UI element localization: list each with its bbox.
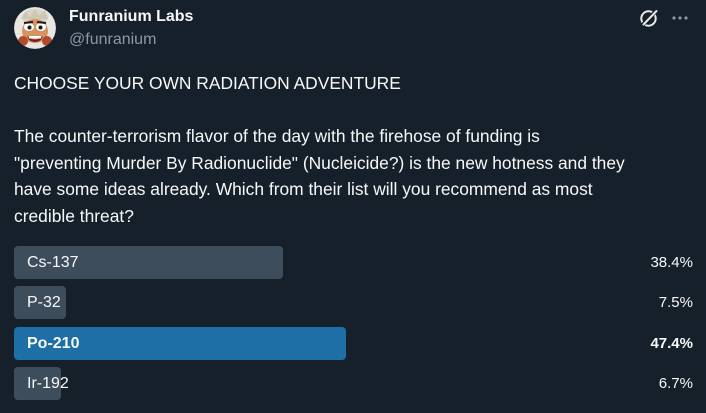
poll-option-cs-137: Cs-137 38.4% xyxy=(14,246,693,279)
cartoon-character-avatar-icon xyxy=(14,7,56,49)
tweet-title: CHOOSE YOUR OWN RADIATION ADVENTURE xyxy=(14,73,401,93)
author-handle[interactable]: @funranium xyxy=(69,31,156,49)
poll-option-p-32: P-32 7.5% xyxy=(14,286,693,320)
tweet-card: Funranium Labs @funranium CHOOSE YOUR OW… xyxy=(0,0,706,413)
poll-option-label: Ir-192 xyxy=(27,374,69,392)
poll-option-po-210: Po-210 47.4% xyxy=(14,326,693,360)
poll-option-label: Cs-137 xyxy=(27,254,79,271)
tweet-body-line: credible threat? xyxy=(14,205,134,226)
poll-option-percent: 47.4% xyxy=(650,334,693,352)
poll-option-ir-192: Ir-192 6.7% xyxy=(14,366,693,400)
poll-option-percent: 6.7% xyxy=(658,374,693,392)
author-display-name[interactable]: Funranium Labs xyxy=(69,8,193,26)
poll: Cs-137 38.4% P-32 7.5% Po-210 47.4% Ir-1… xyxy=(14,246,693,407)
tweet-body-line: The counter-terrorism flavor of the day … xyxy=(14,126,540,146)
avatar[interactable] xyxy=(14,7,56,49)
poll-option-percent: 38.4% xyxy=(650,254,693,271)
poll-option-label: P-32 xyxy=(27,294,61,312)
tweet-text: CHOOSE YOUR OWN RADIATION ADVENTURE The … xyxy=(14,70,694,229)
poll-option-label: Po-210 xyxy=(27,334,80,352)
tweet-body-line: have some ideas already. Which from thei… xyxy=(14,179,593,199)
grok-icon[interactable] xyxy=(638,7,660,29)
more-options-icon[interactable] xyxy=(670,8,690,28)
tweet-body-line: "preventing Murder By Radionuclide" (Nuc… xyxy=(14,152,625,173)
poll-option-percent: 7.5% xyxy=(658,294,693,312)
